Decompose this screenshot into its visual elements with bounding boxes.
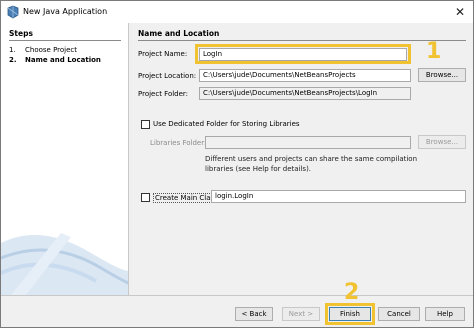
next-button[interactable]: Next > (282, 307, 320, 321)
steps-panel: Steps 1. Choose Project 2. Name and Locati… (1, 23, 129, 295)
help-text-line-2: libraries (see Help for details). (205, 165, 312, 173)
new-java-application-dialog: New Java Application ✕ Steps 1. Choose Pr… (0, 0, 474, 328)
step-label: Name and Location (25, 56, 101, 64)
steps-title: Steps (9, 29, 33, 38)
libraries-folder-label: Libraries Folder: (150, 139, 207, 147)
cancel-button[interactable]: Cancel (378, 307, 420, 321)
steps-divider (9, 40, 121, 41)
project-folder-label: Project Folder: (138, 90, 189, 98)
step-number: 1. (9, 46, 16, 54)
libraries-folder-field (205, 136, 411, 149)
create-main-class-label[interactable]: Create Main Class (153, 193, 220, 203)
name-and-location-panel: Name and Location Project Name: LogIn 1 … (130, 23, 473, 295)
window-title: New Java Application (23, 7, 108, 16)
project-name-label: Project Name: (138, 50, 188, 58)
project-folder-field: C:\Users\jude\Documents\NetBeansProjects… (199, 87, 411, 100)
close-icon[interactable]: ✕ (449, 4, 471, 20)
section-divider (138, 40, 466, 41)
back-button[interactable]: < Back (235, 307, 273, 321)
help-button[interactable]: Help (425, 307, 465, 321)
callout-number-1: 1 (426, 39, 442, 64)
dedicated-folder-label[interactable]: Use Dedicated Folder for Storing Librari… (153, 120, 300, 128)
step-name-and-location: 2. Name and Location (9, 56, 101, 64)
project-name-input[interactable]: LogIn (199, 48, 407, 61)
button-bar-divider (1, 295, 473, 296)
step-number: 2. (9, 56, 17, 64)
create-main-class-checkbox[interactable] (141, 193, 150, 202)
browse-location-button[interactable]: Browse... (418, 68, 466, 82)
help-text-line-1: Different users and projects can share t… (205, 155, 418, 163)
step-choose-project: 1. Choose Project (9, 46, 77, 54)
dedicated-folder-checkbox[interactable] (141, 120, 150, 129)
callout-number-2: 2 (344, 280, 360, 305)
main-class-input[interactable]: login.LogIn (211, 190, 466, 203)
finish-button[interactable]: Finish (329, 307, 371, 321)
project-location-label: Project Location: (138, 72, 197, 80)
netbeans-decoration-graphic (1, 233, 128, 295)
java-app-icon (6, 5, 20, 19)
section-title: Name and Location (138, 29, 220, 38)
step-label: Choose Project (25, 46, 78, 54)
title-bar: New Java Application ✕ (1, 1, 473, 23)
browse-libraries-button[interactable]: Browse... (418, 135, 466, 149)
project-location-input[interactable]: C:\Users\jude\Documents\NetBeansProjects (199, 69, 411, 82)
